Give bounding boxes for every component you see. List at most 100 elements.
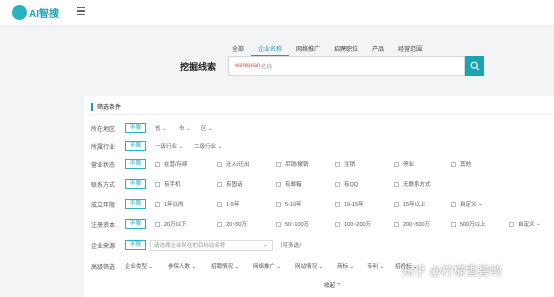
- checkbox[interactable]: [217, 201, 222, 207]
- status-option[interactable]: 停业: [394, 160, 414, 168]
- established-option[interactable]: 15年以上: [394, 200, 426, 208]
- capital-option[interactable]: 200~500万: [394, 220, 430, 228]
- filter-label: 高级筛选: [91, 264, 116, 271]
- advanced-filter-company-type[interactable]: 企业类型 ⌄: [125, 262, 153, 270]
- tab-job-posting[interactable]: 招聘职位: [327, 44, 365, 56]
- checkbox[interactable]: [276, 221, 281, 227]
- capital-option[interactable]: 50~100万: [276, 220, 309, 228]
- capital-option[interactable]: 500万以上: [451, 220, 486, 228]
- industry-level1-dropdown[interactable]: 一级行业 ⌄: [155, 142, 183, 150]
- advanced-filter-patent[interactable]: 专利 ⌄: [367, 262, 384, 270]
- logo-text: AI智搜: [29, 9, 59, 20]
- status-option[interactable]: 在营/存续: [155, 160, 188, 168]
- checkbox[interactable]: [394, 201, 399, 207]
- checkbox[interactable]: [394, 181, 399, 187]
- checkbox[interactable]: [217, 181, 222, 187]
- status-option[interactable]: 注销: [335, 160, 355, 168]
- tab-all[interactable]: 全部: [225, 44, 251, 56]
- industry-level2-dropdown[interactable]: 二级行业 ⌄: [194, 142, 222, 150]
- search-row: 挖掘线索 wenkulan 名称: [180, 56, 484, 76]
- advanced-filter-website[interactable]: 网站情况 ⌄: [295, 262, 323, 270]
- search-title: 挖掘线索: [180, 61, 217, 72]
- capital-custom[interactable]: 自定义 ⌄: [509, 220, 541, 228]
- checkbox[interactable]: [509, 221, 514, 227]
- status-option[interactable]: 吊销/撤销: [276, 160, 309, 168]
- search-input[interactable]: wenkulan 名称: [228, 56, 465, 76]
- unlimited-badge[interactable]: 不限: [125, 123, 147, 133]
- checkbox[interactable]: [155, 161, 160, 167]
- established-option[interactable]: 1年以内: [155, 200, 184, 208]
- checkbox[interactable]: [276, 201, 281, 207]
- contact-option[interactable]: 有QQ: [335, 180, 358, 188]
- advanced-filter-promotion[interactable]: 网络推广 ⌄: [253, 262, 281, 270]
- filter-label: 企业来源: [91, 243, 116, 250]
- advanced-filter-trademark[interactable]: 商标 ⌄: [337, 262, 354, 270]
- filter-label: 联系方式: [91, 182, 116, 189]
- filter-label: 成立年限: [91, 202, 116, 209]
- search-icon: [470, 61, 479, 71]
- watermark: 知乎 @柠檬雪碧哟: [402, 264, 502, 278]
- checkbox[interactable]: [335, 201, 340, 207]
- status-option[interactable]: 迁入/迁出: [217, 160, 250, 168]
- filter-label: 注册资本: [91, 222, 116, 229]
- filter-panel-header: 筛选条件: [91, 102, 121, 111]
- divider: [90, 114, 554, 115]
- capital-option[interactable]: 20万以下: [155, 220, 187, 228]
- capital-option[interactable]: 20~50万: [217, 220, 247, 228]
- unlimited-badge[interactable]: 不限: [125, 219, 147, 229]
- contact-option[interactable]: 有手机: [155, 180, 181, 188]
- unlimited-badge[interactable]: 不限: [125, 240, 147, 250]
- logo-icon: [12, 5, 27, 20]
- checkbox[interactable]: [155, 221, 160, 227]
- unlimited-badge[interactable]: 不限: [125, 159, 147, 169]
- checkbox[interactable]: [335, 221, 340, 227]
- search-button[interactable]: [465, 56, 484, 76]
- chevron-down-icon: ⌄: [263, 242, 268, 248]
- checkbox[interactable]: [335, 181, 340, 187]
- checkbox[interactable]: [394, 221, 399, 227]
- contact-option[interactable]: 无联系方式: [394, 180, 431, 188]
- filter-label: 营业状态: [91, 162, 116, 169]
- advanced-filter-recruitment[interactable]: 招聘情况 ⌄: [211, 262, 239, 270]
- contact-option[interactable]: 有固话: [217, 180, 243, 188]
- menu-collapse-icon[interactable]: [77, 7, 85, 15]
- tab-product[interactable]: 产品: [365, 44, 391, 56]
- tab-web-promotion[interactable]: 网络推广: [289, 44, 327, 56]
- tab-company-name[interactable]: 企业名称: [251, 44, 290, 56]
- accent-bar: [91, 102, 93, 111]
- status-option[interactable]: 其他: [451, 160, 471, 168]
- district-dropdown[interactable]: 区 ⌄: [201, 124, 213, 132]
- contact-option[interactable]: 有邮箱: [276, 180, 302, 188]
- checkbox[interactable]: [451, 161, 456, 167]
- unlimited-badge[interactable]: 不限: [125, 179, 147, 189]
- unlimited-badge[interactable]: 不限: [125, 199, 147, 209]
- checkbox[interactable]: [394, 161, 399, 167]
- checkbox[interactable]: [451, 201, 456, 207]
- top-bar: AI智搜: [0, 0, 554, 26]
- source-select[interactable]: 请选择企业所在的目标站名称 ⌄: [150, 239, 273, 251]
- checkbox[interactable]: [217, 161, 222, 167]
- established-option[interactable]: 10-15年: [335, 200, 364, 208]
- search-placeholder: 名称: [260, 64, 273, 71]
- established-custom[interactable]: 自定义 ⌄: [451, 200, 483, 208]
- province-dropdown[interactable]: 省 ⌄: [155, 124, 167, 132]
- filter-label: 所在地区: [91, 126, 116, 133]
- city-dropdown[interactable]: 市 ⌄: [179, 124, 191, 132]
- collapse-button[interactable]: 收起 ⌃: [324, 281, 341, 289]
- search-type-tabs: 全部 企业名称 网络推广 招聘职位 产品 经营范围: [225, 44, 429, 56]
- established-option[interactable]: 5-10年: [276, 200, 302, 208]
- established-option[interactable]: 1-5年: [217, 200, 239, 208]
- checkbox[interactable]: [276, 161, 281, 167]
- checkbox[interactable]: [451, 221, 456, 227]
- checkbox[interactable]: [155, 181, 160, 187]
- checkbox[interactable]: [276, 181, 281, 187]
- capital-option[interactable]: 100~200万: [335, 220, 371, 228]
- checkbox[interactable]: [217, 221, 222, 227]
- checkbox[interactable]: [335, 161, 340, 167]
- tab-business-scope[interactable]: 经营范围: [391, 44, 429, 56]
- filter-label: 所属行业: [91, 144, 116, 151]
- unlimited-badge[interactable]: 不限: [125, 141, 147, 151]
- logo[interactable]: AI智搜: [12, 5, 59, 20]
- checkbox[interactable]: [155, 201, 160, 207]
- advanced-filter-insured[interactable]: 参保人数 ⌄: [168, 262, 196, 270]
